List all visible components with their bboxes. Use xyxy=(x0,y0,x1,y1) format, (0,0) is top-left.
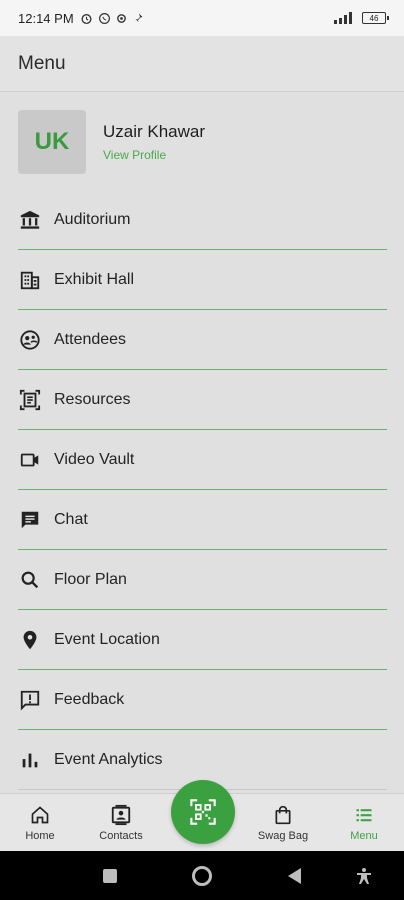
back-icon[interactable] xyxy=(286,867,302,885)
menu-label: Resources xyxy=(54,390,131,408)
home-icon xyxy=(29,804,51,826)
bank-icon xyxy=(18,208,42,232)
location-pin-icon xyxy=(18,628,42,652)
menu-label: Attendees xyxy=(54,330,127,348)
home-circle-icon[interactable] xyxy=(191,865,213,887)
notification-icons xyxy=(80,12,144,25)
profile-name: Uzair Khawar xyxy=(103,122,206,141)
menu-item-auditorium[interactable]: Auditorium xyxy=(18,190,387,250)
nav-swag-bag-label: Swag Bag xyxy=(257,830,309,842)
status-time: 12:14 PM xyxy=(18,10,74,26)
qr-scan-button[interactable] xyxy=(171,780,235,844)
menu-item-attendees[interactable]: Attendees xyxy=(18,310,387,370)
nav-home[interactable]: Home xyxy=(0,794,80,852)
avatar-initials: UK xyxy=(34,128,70,155)
menu-label: Event Location xyxy=(54,630,160,648)
contacts-icon xyxy=(110,804,132,826)
list-icon xyxy=(353,804,375,826)
nav-swag-bag[interactable]: Swag Bag xyxy=(243,794,323,852)
whatsapp-icon xyxy=(98,12,110,24)
attendees-icon xyxy=(18,328,42,352)
menu-label: Feedback xyxy=(54,690,125,708)
recent-apps-icon[interactable] xyxy=(102,868,118,884)
chat-icon xyxy=(18,508,42,532)
feedback-icon xyxy=(18,688,42,712)
menu-label: Floor Plan xyxy=(54,570,127,588)
settings-dot-icon xyxy=(116,13,126,23)
status-right: 46 xyxy=(334,12,389,24)
menu-list: Auditorium Exhibit Hall Attendees Resour… xyxy=(18,190,387,790)
profile-text: Uzair Khawar View Profile xyxy=(103,122,205,162)
status-bar: 12:14 PM 46 xyxy=(0,0,404,36)
alarm-icon xyxy=(81,13,92,24)
view-profile-link[interactable]: View Profile xyxy=(103,148,205,162)
search-icon xyxy=(18,568,42,592)
battery-level: 46 xyxy=(369,13,379,23)
document-scan-icon xyxy=(18,388,42,412)
profile-card[interactable]: UK Uzair Khawar View Profile xyxy=(18,110,205,174)
nav-contacts[interactable]: Contacts xyxy=(81,794,161,852)
accessibility-icon[interactable] xyxy=(355,867,373,885)
videocam-icon xyxy=(18,448,42,472)
page-title: Menu xyxy=(18,52,66,74)
menu-label: Exhibit Hall xyxy=(54,270,135,288)
shopping-bag-icon xyxy=(272,804,294,826)
menu-label: Event Analytics xyxy=(54,750,163,768)
bar-chart-icon xyxy=(18,748,42,772)
nav-menu[interactable]: Menu xyxy=(324,794,404,852)
nav-contacts-label: Contacts xyxy=(99,830,143,842)
menu-item-video-vault[interactable]: Video Vault xyxy=(18,430,387,490)
menu-item-resources[interactable]: Resources xyxy=(18,370,387,430)
menu-item-chat[interactable]: Chat xyxy=(18,490,387,550)
menu-label: Chat xyxy=(54,510,88,528)
pin-icon xyxy=(134,13,143,23)
app-header: Menu xyxy=(0,36,404,92)
menu-label: Video Vault xyxy=(54,450,135,468)
nav-menu-label: Menu xyxy=(350,830,378,842)
avatar[interactable]: UK xyxy=(18,110,86,174)
menu-label: Auditorium xyxy=(54,210,131,228)
nav-home-label: Home xyxy=(25,830,55,842)
menu-item-exhibit-hall[interactable]: Exhibit Hall xyxy=(18,250,387,310)
signal-icon xyxy=(334,12,352,24)
menu-item-event-location[interactable]: Event Location xyxy=(18,610,387,670)
menu-item-feedback[interactable]: Feedback xyxy=(18,670,387,730)
qr-code-icon xyxy=(190,799,216,825)
system-navigation-bar xyxy=(0,851,404,900)
building-icon xyxy=(18,268,42,292)
menu-item-floor-plan[interactable]: Floor Plan xyxy=(18,550,387,610)
battery-icon: 46 xyxy=(362,12,389,24)
